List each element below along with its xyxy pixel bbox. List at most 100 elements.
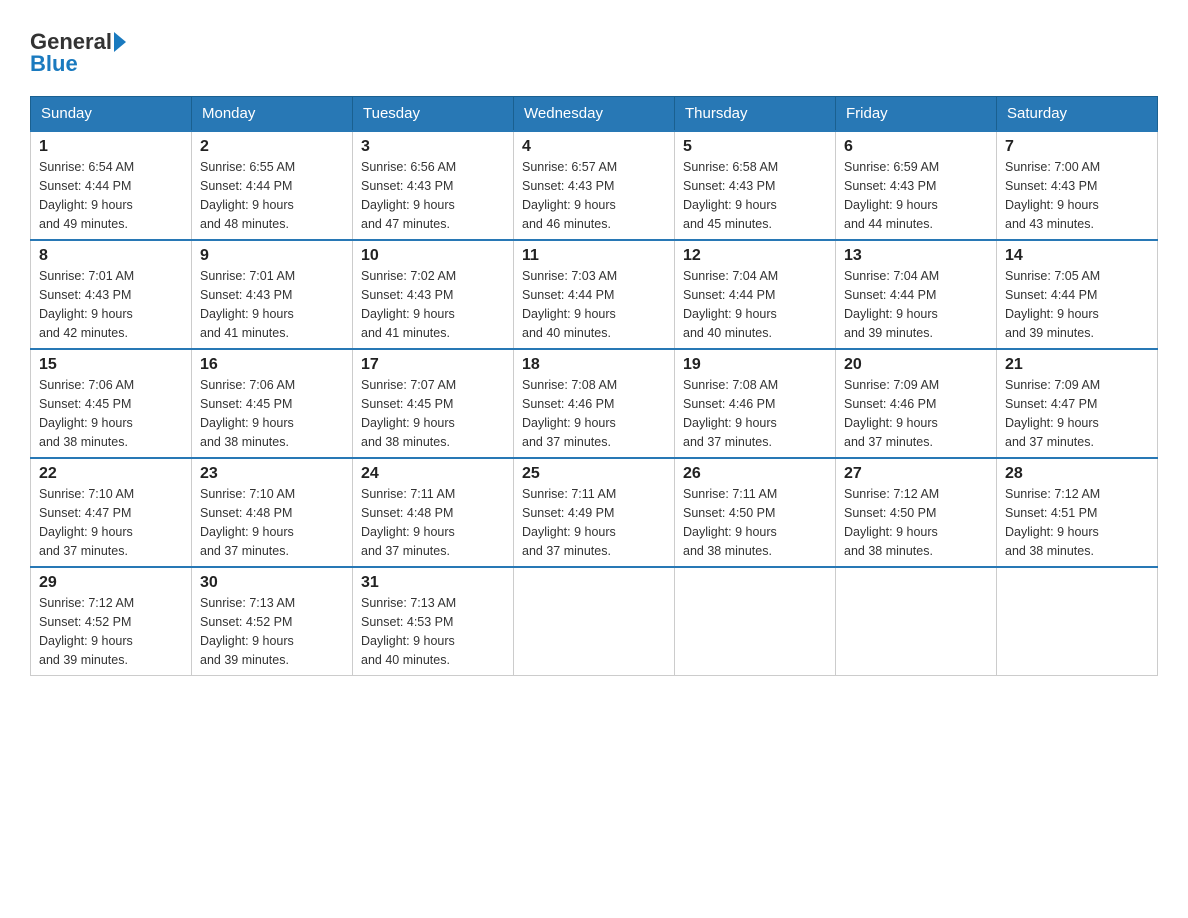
calendar-cell: 9 Sunrise: 7:01 AM Sunset: 4:43 PM Dayli… (192, 240, 353, 349)
day-number: 11 (522, 247, 666, 265)
weekday-header-saturday: Saturday (997, 97, 1158, 132)
day-info: Sunrise: 7:02 AM Sunset: 4:43 PM Dayligh… (361, 267, 505, 342)
day-number: 4 (522, 138, 666, 156)
calendar-cell: 29 Sunrise: 7:12 AM Sunset: 4:52 PM Dayl… (31, 567, 192, 676)
calendar-cell: 1 Sunrise: 6:54 AM Sunset: 4:44 PM Dayli… (31, 131, 192, 240)
day-info: Sunrise: 6:55 AM Sunset: 4:44 PM Dayligh… (200, 158, 344, 233)
calendar-cell: 5 Sunrise: 6:58 AM Sunset: 4:43 PM Dayli… (675, 131, 836, 240)
day-number: 23 (200, 465, 344, 483)
day-number: 18 (522, 356, 666, 374)
calendar-cell: 12 Sunrise: 7:04 AM Sunset: 4:44 PM Dayl… (675, 240, 836, 349)
calendar-cell (514, 567, 675, 676)
day-number: 15 (39, 356, 183, 374)
calendar-cell: 23 Sunrise: 7:10 AM Sunset: 4:48 PM Dayl… (192, 458, 353, 567)
calendar-cell: 7 Sunrise: 7:00 AM Sunset: 4:43 PM Dayli… (997, 131, 1158, 240)
day-number: 20 (844, 356, 988, 374)
page-header: General Blue (30, 20, 1158, 76)
calendar-cell: 30 Sunrise: 7:13 AM Sunset: 4:52 PM Dayl… (192, 567, 353, 676)
day-number: 28 (1005, 465, 1149, 483)
calendar-table: SundayMondayTuesdayWednesdayThursdayFrid… (30, 96, 1158, 676)
day-info: Sunrise: 7:10 AM Sunset: 4:47 PM Dayligh… (39, 485, 183, 560)
calendar-cell: 2 Sunrise: 6:55 AM Sunset: 4:44 PM Dayli… (192, 131, 353, 240)
day-number: 6 (844, 138, 988, 156)
day-number: 16 (200, 356, 344, 374)
day-number: 31 (361, 574, 505, 592)
day-info: Sunrise: 7:00 AM Sunset: 4:43 PM Dayligh… (1005, 158, 1149, 233)
calendar-cell: 13 Sunrise: 7:04 AM Sunset: 4:44 PM Dayl… (836, 240, 997, 349)
day-info: Sunrise: 6:59 AM Sunset: 4:43 PM Dayligh… (844, 158, 988, 233)
logo: General Blue (30, 30, 126, 76)
day-number: 29 (39, 574, 183, 592)
calendar-cell (997, 567, 1158, 676)
day-number: 13 (844, 247, 988, 265)
day-number: 27 (844, 465, 988, 483)
logo-blue: Blue (30, 52, 78, 76)
day-info: Sunrise: 7:10 AM Sunset: 4:48 PM Dayligh… (200, 485, 344, 560)
calendar-cell: 20 Sunrise: 7:09 AM Sunset: 4:46 PM Dayl… (836, 349, 997, 458)
day-number: 25 (522, 465, 666, 483)
day-info: Sunrise: 7:03 AM Sunset: 4:44 PM Dayligh… (522, 267, 666, 342)
calendar-cell (675, 567, 836, 676)
calendar-cell: 26 Sunrise: 7:11 AM Sunset: 4:50 PM Dayl… (675, 458, 836, 567)
calendar-cell: 15 Sunrise: 7:06 AM Sunset: 4:45 PM Dayl… (31, 349, 192, 458)
day-info: Sunrise: 7:01 AM Sunset: 4:43 PM Dayligh… (39, 267, 183, 342)
calendar-cell: 22 Sunrise: 7:10 AM Sunset: 4:47 PM Dayl… (31, 458, 192, 567)
day-number: 14 (1005, 247, 1149, 265)
day-info: Sunrise: 7:04 AM Sunset: 4:44 PM Dayligh… (844, 267, 988, 342)
day-number: 26 (683, 465, 827, 483)
day-info: Sunrise: 6:56 AM Sunset: 4:43 PM Dayligh… (361, 158, 505, 233)
weekday-header-wednesday: Wednesday (514, 97, 675, 132)
calendar-week-row: 8 Sunrise: 7:01 AM Sunset: 4:43 PM Dayli… (31, 240, 1158, 349)
day-number: 9 (200, 247, 344, 265)
day-info: Sunrise: 7:08 AM Sunset: 4:46 PM Dayligh… (683, 376, 827, 451)
day-info: Sunrise: 7:06 AM Sunset: 4:45 PM Dayligh… (200, 376, 344, 451)
day-info: Sunrise: 7:11 AM Sunset: 4:49 PM Dayligh… (522, 485, 666, 560)
weekday-header-tuesday: Tuesday (353, 97, 514, 132)
day-number: 5 (683, 138, 827, 156)
calendar-cell: 8 Sunrise: 7:01 AM Sunset: 4:43 PM Dayli… (31, 240, 192, 349)
calendar-cell: 19 Sunrise: 7:08 AM Sunset: 4:46 PM Dayl… (675, 349, 836, 458)
day-info: Sunrise: 7:09 AM Sunset: 4:46 PM Dayligh… (844, 376, 988, 451)
weekday-header-friday: Friday (836, 97, 997, 132)
day-info: Sunrise: 7:13 AM Sunset: 4:52 PM Dayligh… (200, 594, 344, 669)
day-info: Sunrise: 6:57 AM Sunset: 4:43 PM Dayligh… (522, 158, 666, 233)
day-info: Sunrise: 7:12 AM Sunset: 4:52 PM Dayligh… (39, 594, 183, 669)
calendar-cell: 27 Sunrise: 7:12 AM Sunset: 4:50 PM Dayl… (836, 458, 997, 567)
calendar-cell: 10 Sunrise: 7:02 AM Sunset: 4:43 PM Dayl… (353, 240, 514, 349)
day-number: 22 (39, 465, 183, 483)
calendar-cell: 25 Sunrise: 7:11 AM Sunset: 4:49 PM Dayl… (514, 458, 675, 567)
day-info: Sunrise: 7:04 AM Sunset: 4:44 PM Dayligh… (683, 267, 827, 342)
calendar-cell: 6 Sunrise: 6:59 AM Sunset: 4:43 PM Dayli… (836, 131, 997, 240)
day-number: 12 (683, 247, 827, 265)
day-number: 2 (200, 138, 344, 156)
day-info: Sunrise: 7:13 AM Sunset: 4:53 PM Dayligh… (361, 594, 505, 669)
calendar-cell: 14 Sunrise: 7:05 AM Sunset: 4:44 PM Dayl… (997, 240, 1158, 349)
calendar-cell: 16 Sunrise: 7:06 AM Sunset: 4:45 PM Dayl… (192, 349, 353, 458)
day-info: Sunrise: 7:06 AM Sunset: 4:45 PM Dayligh… (39, 376, 183, 451)
calendar-cell: 11 Sunrise: 7:03 AM Sunset: 4:44 PM Dayl… (514, 240, 675, 349)
day-number: 19 (683, 356, 827, 374)
calendar-cell: 17 Sunrise: 7:07 AM Sunset: 4:45 PM Dayl… (353, 349, 514, 458)
day-number: 30 (200, 574, 344, 592)
day-number: 24 (361, 465, 505, 483)
day-number: 7 (1005, 138, 1149, 156)
calendar-cell: 21 Sunrise: 7:09 AM Sunset: 4:47 PM Dayl… (997, 349, 1158, 458)
calendar-cell: 28 Sunrise: 7:12 AM Sunset: 4:51 PM Dayl… (997, 458, 1158, 567)
calendar-week-row: 22 Sunrise: 7:10 AM Sunset: 4:47 PM Dayl… (31, 458, 1158, 567)
calendar-week-row: 29 Sunrise: 7:12 AM Sunset: 4:52 PM Dayl… (31, 567, 1158, 676)
day-info: Sunrise: 7:07 AM Sunset: 4:45 PM Dayligh… (361, 376, 505, 451)
day-number: 8 (39, 247, 183, 265)
calendar-cell: 3 Sunrise: 6:56 AM Sunset: 4:43 PM Dayli… (353, 131, 514, 240)
weekday-header-sunday: Sunday (31, 97, 192, 132)
calendar-cell: 18 Sunrise: 7:08 AM Sunset: 4:46 PM Dayl… (514, 349, 675, 458)
day-info: Sunrise: 6:58 AM Sunset: 4:43 PM Dayligh… (683, 158, 827, 233)
calendar-cell: 4 Sunrise: 6:57 AM Sunset: 4:43 PM Dayli… (514, 131, 675, 240)
day-info: Sunrise: 7:12 AM Sunset: 4:51 PM Dayligh… (1005, 485, 1149, 560)
day-number: 21 (1005, 356, 1149, 374)
day-info: Sunrise: 7:09 AM Sunset: 4:47 PM Dayligh… (1005, 376, 1149, 451)
logo-arrow-icon (114, 32, 126, 52)
day-number: 3 (361, 138, 505, 156)
calendar-cell (836, 567, 997, 676)
calendar-week-row: 1 Sunrise: 6:54 AM Sunset: 4:44 PM Dayli… (31, 131, 1158, 240)
weekday-header-row: SundayMondayTuesdayWednesdayThursdayFrid… (31, 97, 1158, 132)
